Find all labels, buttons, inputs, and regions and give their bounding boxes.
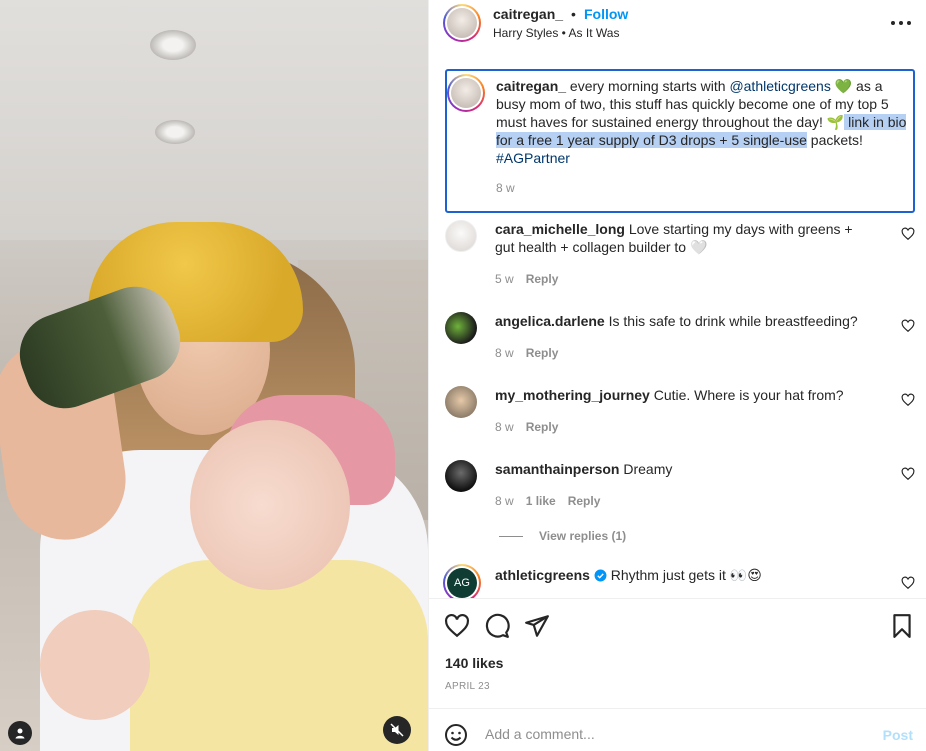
comment-text: my_mothering_journey Cutie. Where is you… (495, 386, 875, 404)
post-media[interactable] (0, 0, 428, 751)
reply-button[interactable]: Reply (526, 420, 559, 434)
ceiling-light (155, 120, 195, 144)
caption: caitregan_ every morning starts with @at… (445, 69, 915, 213)
reply-button[interactable]: Reply (526, 272, 559, 286)
comment-time[interactable]: 8 w (495, 346, 514, 360)
view-replies-label: View replies (1) (539, 529, 627, 543)
comment-text: angelica.darlene Is this safe to drink w… (495, 312, 875, 330)
comment-item: angelica.darlene Is this safe to drink w… (445, 312, 915, 364)
comment-text: athleticgreens Rhythm just gets it 👀😍 (495, 566, 875, 584)
post-comment-button[interactable]: Post (883, 727, 913, 743)
caption-time[interactable]: 8 w (496, 181, 515, 195)
heart-icon[interactable] (901, 227, 915, 241)
ag-logo: AG (447, 568, 477, 598)
caption-text-part: every morning starts with (566, 78, 730, 94)
comment-avatar[interactable] (445, 312, 477, 344)
comment-body: Cutie. Where is your hat from? (649, 387, 844, 403)
caption-username[interactable]: caitregan_ (496, 78, 566, 94)
comment-username[interactable]: athleticgreens (495, 567, 590, 583)
comment-likes[interactable]: 1 like (526, 494, 556, 508)
comment-time[interactable]: 5 w (495, 272, 514, 286)
comment-time[interactable]: 8 w (495, 494, 514, 508)
caption-hashtag[interactable]: #AGPartner (496, 150, 570, 166)
comment-item: my_mothering_journey Cutie. Where is you… (445, 386, 915, 438)
reply-button[interactable]: Reply (568, 494, 601, 508)
comment-avatar[interactable]: AG (443, 564, 481, 598)
comment-username[interactable]: angelica.darlene (495, 313, 605, 329)
comment-meta: 8 w Reply (495, 420, 570, 434)
caption-text-part: packets! (806, 132, 863, 148)
comment-meta: 5 w Reply (495, 272, 570, 286)
comment-avatar[interactable] (445, 220, 477, 252)
comment-body: Is this safe to drink while breastfeedin… (604, 313, 858, 329)
media-baby-hand (40, 610, 150, 720)
emoji-icon[interactable] (444, 723, 468, 747)
author-avatar[interactable] (443, 4, 481, 42)
comments-list[interactable]: caitregan_ every morning starts with @at… (429, 60, 926, 598)
comment-username[interactable]: my_mothering_journey (495, 387, 650, 403)
follow-button[interactable]: Follow (584, 6, 628, 22)
reply-button[interactable]: Reply (526, 346, 559, 360)
comment-username[interactable]: samanthainperson (495, 461, 619, 477)
mute-icon[interactable] (383, 716, 411, 744)
ceiling-light (150, 30, 196, 60)
media-ceiling (0, 0, 428, 240)
comment-icon[interactable] (484, 613, 510, 639)
more-icon[interactable] (891, 15, 911, 31)
post-actions: 140 likes APRIL 23 (429, 598, 926, 708)
add-comment-bar: Post (429, 708, 926, 751)
comment-text: samanthainperson Dreamy (495, 460, 875, 478)
comment-meta: 8 w Reply (495, 346, 570, 360)
share-icon[interactable] (524, 613, 550, 639)
user-tag-icon[interactable] (8, 721, 32, 745)
comment-item: cara_michelle_long Love starting my days… (445, 220, 915, 290)
author-username[interactable]: caitregan_ (493, 6, 563, 22)
post-header: caitregan_ • Follow Harry Styles • As It… (429, 0, 926, 48)
media-baby-face (190, 420, 350, 590)
caption-text: caitregan_ every morning starts with @at… (496, 77, 908, 167)
audio-label[interactable]: Harry Styles • As It Was (493, 26, 619, 40)
likes-count[interactable]: 140 likes (445, 655, 503, 671)
comment-body: Rhythm just gets it 👀😍 (606, 567, 762, 583)
heart-icon[interactable] (444, 613, 470, 639)
comment-avatar[interactable] (445, 460, 477, 492)
bookmark-icon[interactable] (889, 613, 915, 639)
comment-body: Dreamy (619, 461, 673, 477)
post-date[interactable]: APRIL 23 (445, 681, 490, 692)
header-separator: • (571, 6, 576, 22)
comment-item: AG athleticgreens Rhythm just gets it 👀😍 (443, 564, 915, 598)
heart-icon[interactable] (901, 319, 915, 333)
verified-icon (594, 569, 607, 582)
heart-icon[interactable] (901, 393, 915, 407)
comment-username[interactable]: cara_michelle_long (495, 221, 625, 237)
comment-avatar[interactable] (445, 386, 477, 418)
comment-item: samanthainperson Dreamy 8 w 1 like Reply (445, 460, 915, 512)
comment-time[interactable]: 8 w (495, 420, 514, 434)
comment-meta: 8 w 1 like Reply (495, 494, 612, 508)
heart-icon[interactable] (901, 467, 915, 481)
comment-text: cara_michelle_long Love starting my days… (495, 220, 875, 256)
caption-avatar[interactable] (447, 74, 485, 112)
caption-mention[interactable]: @athleticgreens (729, 78, 830, 94)
post-panel: caitregan_ • Follow Harry Styles • As It… (428, 0, 926, 751)
replies-line (499, 535, 523, 537)
view-replies-button[interactable]: View replies (1) (499, 529, 626, 543)
comment-input[interactable] (485, 719, 865, 749)
heart-icon[interactable] (901, 576, 915, 590)
